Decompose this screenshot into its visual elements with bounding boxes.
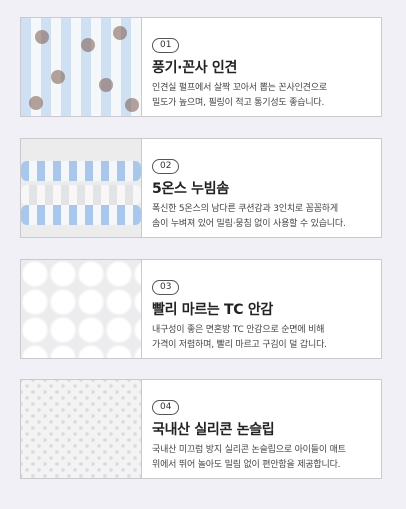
feature-description: 폭신한 5온스의 남다른 쿠션감과 3인치로 꼼꼼하게 솜이 누벼져 있어 밀림… [152, 202, 381, 232]
feature-description-line: 인견실 펄프에서 살짝 꼬아서 뽑는 꼰사인견으로 [152, 83, 327, 93]
feature-title: 빨리 마르는 TC 안감 [152, 302, 274, 318]
feature-description-line: 가격이 저렴하며, 빨리 마르고 구김이 덜 갑니다. [152, 340, 327, 350]
feature-number-badge: 01 [152, 38, 180, 53]
feature-card-3: 03 빨리 마르는 TC 안감 내구성이 좋은 면혼방 TC 안감으로 순면에 … [20, 259, 382, 359]
feature-number-badge: 02 [152, 159, 180, 174]
feature-text: 03 빨리 마르는 TC 안감 내구성이 좋은 면혼방 TC 안감으로 순면에 … [142, 260, 381, 358]
feature-description: 인견실 펄프에서 살짝 꼬아서 뽑는 꼰사인견으로 밀도가 높으며, 필링이 적… [152, 81, 381, 111]
feature-text: 02 5온스 누빔솜 폭신한 5온스의 남다른 쿠션감과 3인치로 꼼꼼하게 솜… [142, 139, 381, 237]
feature-description-line: 밀도가 높으며, 필링이 적고 통기성도 좋습니다. [152, 98, 325, 108]
feature-number-badge: 04 [152, 400, 180, 415]
feature-card-4: 04 국내산 실리콘 논슬립 국내산 미끄럼 방지 실리콘 논슬립으로 아이들이… [20, 379, 382, 479]
fabric-pattern-image [21, 18, 141, 116]
feature-title: 국내산 실리콘 논슬립 [152, 422, 275, 438]
feature-card-1: 01 풍기·꼰사 인견 인견실 펄프에서 살짝 꼬아서 뽑는 꼰사인견으로 밀도… [20, 17, 382, 117]
feature-number-badge: 03 [152, 280, 180, 295]
feature-title: 풍기·꼰사 인견 [152, 60, 238, 76]
silicone-dots-image [21, 380, 141, 478]
padding-cross-section-image [21, 139, 141, 237]
feature-description-line: 내구성이 좋은 면혼방 TC 안감으로 순면에 비해 [152, 325, 325, 335]
feature-description-line: 솜이 누벼져 있어 밀림·뭉침 없이 사용할 수 있습니다. [152, 219, 346, 229]
quilted-lining-image [21, 260, 141, 358]
feature-title: 5온스 누빔솜 [152, 181, 229, 197]
feature-card-2: 02 5온스 누빔솜 폭신한 5온스의 남다른 쿠션감과 3인치로 꼼꼼하게 솜… [20, 138, 382, 238]
feature-text: 04 국내산 실리콘 논슬립 국내산 미끄럼 방지 실리콘 논슬립으로 아이들이… [142, 380, 381, 478]
feature-description-line: 국내산 미끄럼 방지 실리콘 논슬립으로 아이들이 매트 [152, 445, 346, 455]
feature-description: 국내산 미끄럼 방지 실리콘 논슬립으로 아이들이 매트 위에서 뛰어 놀아도 … [152, 443, 381, 473]
feature-description-line: 폭신한 5온스의 남다른 쿠션감과 3인치로 꼼꼼하게 [152, 204, 338, 214]
feature-text: 01 풍기·꼰사 인견 인견실 펄프에서 살짝 꼬아서 뽑는 꼰사인견으로 밀도… [142, 18, 381, 116]
feature-description: 내구성이 좋은 면혼방 TC 안감으로 순면에 비해 가격이 저렴하며, 빨리 … [152, 323, 381, 353]
feature-description-line: 위에서 뛰어 놀아도 밀림 없이 편안함을 제공합니다. [152, 460, 341, 470]
